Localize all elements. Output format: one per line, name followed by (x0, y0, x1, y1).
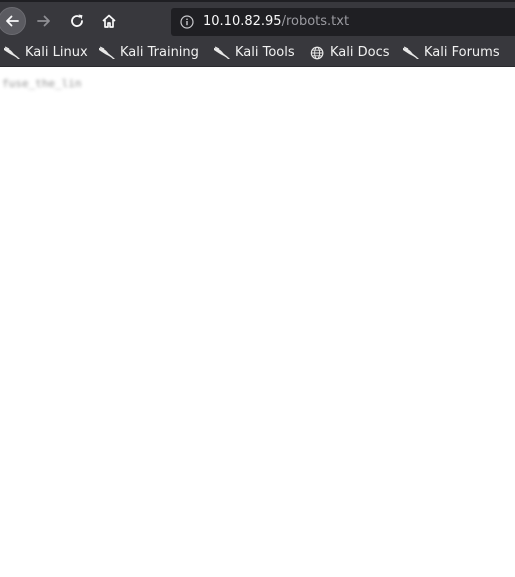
browser-toolbar: 10.10.82.95/robots.txt (0, 0, 515, 40)
url-text[interactable]: 10.10.82.95/robots.txt (203, 14, 349, 30)
bookmark-kali-forums[interactable]: Kali Forums (402, 43, 500, 63)
bookmark-label: Kali Forums (424, 45, 500, 60)
kali-dragon-icon (403, 46, 419, 59)
home-icon (102, 14, 116, 28)
bookmark-kali-linux[interactable]: Kali Linux (3, 43, 88, 63)
reload-button[interactable] (63, 7, 91, 35)
forward-arrow-icon (37, 15, 50, 27)
bookmarks-toolbar: Kali Linux Kali Training Kali Tools Kali… (0, 40, 515, 67)
bookmark-label: Kali Training (120, 45, 199, 60)
url-path: /robots.txt (281, 14, 350, 29)
bookmark-kali-docs[interactable]: Kali Docs (310, 43, 390, 63)
url-bar[interactable]: 10.10.82.95/robots.txt (171, 8, 515, 36)
globe-icon (310, 46, 324, 60)
back-button[interactable] (0, 7, 26, 35)
forward-button[interactable] (30, 7, 58, 35)
url-host: 10.10.82.95 (203, 14, 282, 29)
robots-txt-content: fuse_the_lin (2, 77, 82, 90)
home-button[interactable] (95, 7, 123, 35)
reload-icon (71, 14, 83, 27)
kali-dragon-icon (99, 46, 115, 59)
bookmark-label: Kali Docs (330, 45, 390, 60)
back-arrow-icon (6, 15, 19, 27)
bookmark-label: Kali Tools (235, 45, 295, 60)
info-icon[interactable] (180, 15, 194, 29)
bookmark-kali-tools[interactable]: Kali Tools (213, 43, 295, 63)
bookmark-kali-training[interactable]: Kali Training (98, 43, 199, 63)
bookmark-label: Kali Linux (25, 45, 88, 60)
kali-dragon-icon (4, 46, 20, 59)
kali-dragon-icon (214, 46, 230, 59)
